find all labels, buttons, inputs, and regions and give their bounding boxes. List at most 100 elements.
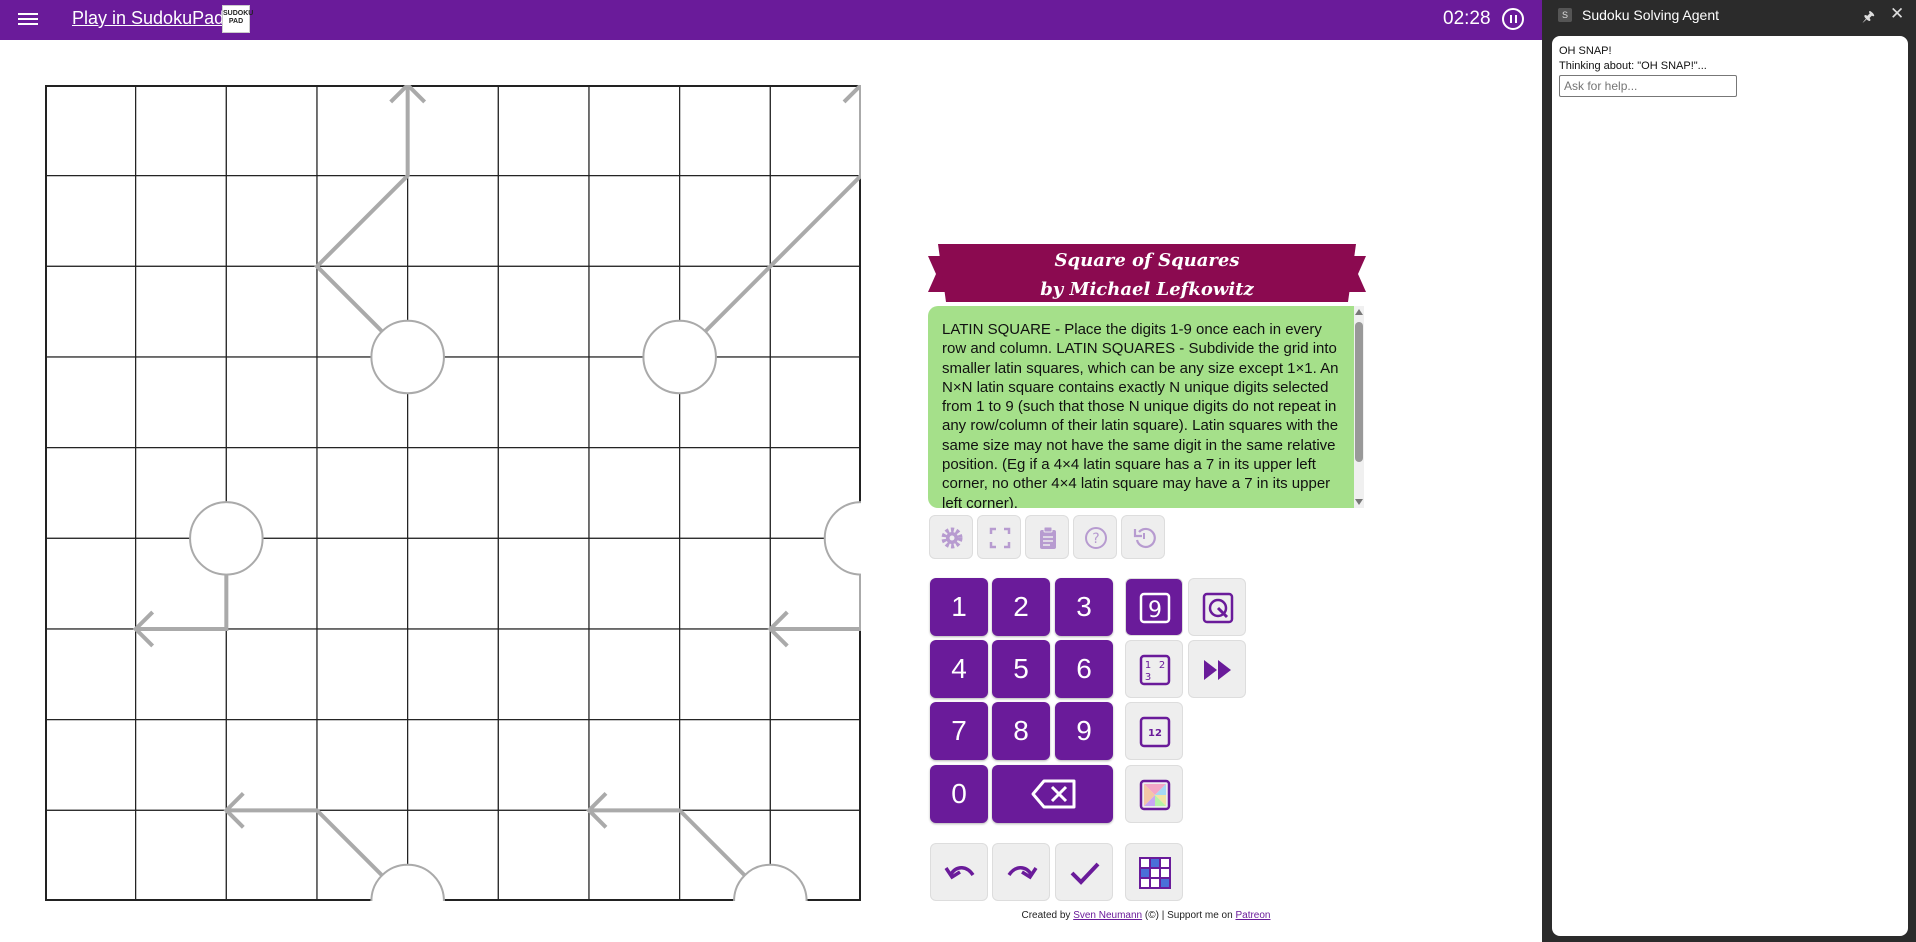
grid-cell[interactable]: [497, 628, 590, 721]
grid-cell[interactable]: [497, 537, 590, 630]
grid-cell[interactable]: [588, 537, 681, 630]
color-palette-icon: [1139, 779, 1171, 811]
digit-8-button[interactable]: 8: [992, 702, 1050, 760]
grid-cell[interactable]: [44, 537, 137, 630]
undo-icon: [944, 866, 975, 880]
delete-button[interactable]: [992, 765, 1113, 823]
grid-cell[interactable]: [135, 719, 227, 811]
clipboard-icon: [1040, 526, 1056, 549]
digit-0-button[interactable]: 0: [930, 765, 988, 823]
grid-cell[interactable]: [316, 537, 409, 630]
svg-text:2: 2: [1159, 660, 1165, 671]
fullscreen-button[interactable]: [977, 515, 1021, 559]
clipboard-button[interactable]: [1025, 515, 1069, 559]
grid-cell[interactable]: [225, 265, 318, 358]
grid-cell[interactable]: [497, 356, 590, 449]
grid-cell[interactable]: [679, 537, 771, 630]
normal-mode-button[interactable]: 9: [1125, 578, 1183, 636]
grid-cell[interactable]: [44, 175, 137, 267]
grid-cell[interactable]: [135, 356, 227, 449]
rules-text: LATIN SQUARE - Place the digits 1-9 once…: [928, 306, 1354, 508]
grid-cell[interactable]: [44, 265, 137, 358]
puzzle-title-banner: Square of Squares by Michael Lefkowitz: [928, 244, 1366, 302]
svg-text:1: 1: [1145, 660, 1151, 671]
digit-3-button[interactable]: 3: [1055, 578, 1113, 636]
grid-cell[interactable]: [497, 719, 590, 811]
play-in-sudokupad-link[interactable]: Play in SudokuPad: [72, 8, 224, 29]
pause-icon[interactable]: [1502, 8, 1524, 30]
digit-6-button[interactable]: 6: [1055, 640, 1113, 698]
settings-button[interactable]: [929, 515, 973, 559]
grid-cell[interactable]: [407, 628, 499, 721]
pen-tool-button[interactable]: [1188, 578, 1246, 636]
ask-help-input[interactable]: [1559, 75, 1737, 97]
grid-cell[interactable]: [225, 356, 318, 449]
restart-button[interactable]: [1121, 515, 1165, 559]
grid-cell[interactable]: [588, 84, 681, 177]
grid-cell[interactable]: [497, 265, 590, 358]
grid-cell[interactable]: [135, 265, 227, 358]
grid-cell[interactable]: [497, 447, 590, 539]
grid-cell[interactable]: [225, 628, 318, 721]
grid-cell[interactable]: [316, 628, 409, 721]
grid-cell[interactable]: [316, 719, 409, 811]
help-button[interactable]: ?: [1073, 515, 1117, 559]
grid-cell[interactable]: [679, 719, 771, 811]
grid-cell[interactable]: [497, 175, 590, 267]
digit-9-button[interactable]: 9: [1055, 702, 1113, 760]
grid-cell[interactable]: [407, 447, 499, 539]
grid-cell[interactable]: [44, 84, 137, 177]
undo-button[interactable]: [930, 843, 988, 901]
grid-cell[interactable]: [497, 809, 590, 902]
corner-mode-button[interactable]: 123: [1125, 640, 1183, 698]
digit-5-button[interactable]: 5: [992, 640, 1050, 698]
grid-cell[interactable]: [44, 447, 137, 539]
grid-cell[interactable]: [316, 447, 409, 539]
grid-cell[interactable]: [225, 175, 318, 267]
grid-cell[interactable]: [588, 175, 681, 267]
grid-cell[interactable]: [679, 175, 771, 267]
grid-cell[interactable]: [769, 719, 862, 811]
hamburger-menu-icon[interactable]: [16, 10, 40, 30]
check-icon: [1070, 862, 1100, 885]
grid-canvas[interactable]: [44, 82, 899, 939]
normal-mode-icon: 9: [1139, 592, 1171, 624]
grid-cell[interactable]: [497, 84, 590, 177]
patreon-link[interactable]: Patreon: [1235, 910, 1270, 921]
close-icon[interactable]: ✕: [1890, 4, 1904, 24]
grid-cell[interactable]: [588, 628, 681, 721]
color-mode-button[interactable]: [1125, 765, 1183, 823]
grid-cell[interactable]: [135, 84, 227, 177]
pin-icon[interactable]: 🖈: [1862, 6, 1875, 30]
digit-7-button[interactable]: 7: [930, 702, 988, 760]
grid-tool-button[interactable]: [1125, 843, 1183, 901]
grid-cell[interactable]: [679, 628, 771, 721]
grid-tool-icon: [1139, 857, 1171, 889]
grid-cell[interactable]: [769, 356, 862, 449]
grid-cell[interactable]: [44, 628, 137, 721]
grid-cell[interactable]: [679, 84, 771, 177]
centre-mode-button[interactable]: 12: [1125, 702, 1183, 760]
grid-cell[interactable]: [588, 447, 681, 539]
grid-cell[interactable]: [407, 719, 499, 811]
grid-cell[interactable]: [225, 84, 318, 177]
digit-4-button[interactable]: 4: [930, 640, 988, 698]
grid-cell[interactable]: [135, 809, 227, 902]
redo-button[interactable]: [992, 843, 1050, 901]
fast-forward-button[interactable]: [1188, 640, 1246, 698]
grid-cell[interactable]: [135, 175, 227, 267]
check-button[interactable]: [1055, 843, 1113, 901]
grid-cell[interactable]: [44, 719, 137, 811]
grid-cell[interactable]: [769, 265, 862, 358]
grid-cell[interactable]: [44, 809, 137, 902]
author-link[interactable]: Sven Neumann: [1073, 910, 1142, 921]
digit-2-button[interactable]: 2: [992, 578, 1050, 636]
sudoku-grid[interactable]: [44, 82, 899, 939]
grid-cell[interactable]: [44, 356, 137, 449]
grid-cell[interactable]: [407, 537, 499, 630]
digit-1-button[interactable]: 1: [930, 578, 988, 636]
grid-cell[interactable]: [407, 175, 499, 267]
pen-tool-icon: [1202, 592, 1234, 624]
grid-cell[interactable]: [679, 447, 771, 539]
rules-scrollbar[interactable]: [1354, 306, 1364, 508]
